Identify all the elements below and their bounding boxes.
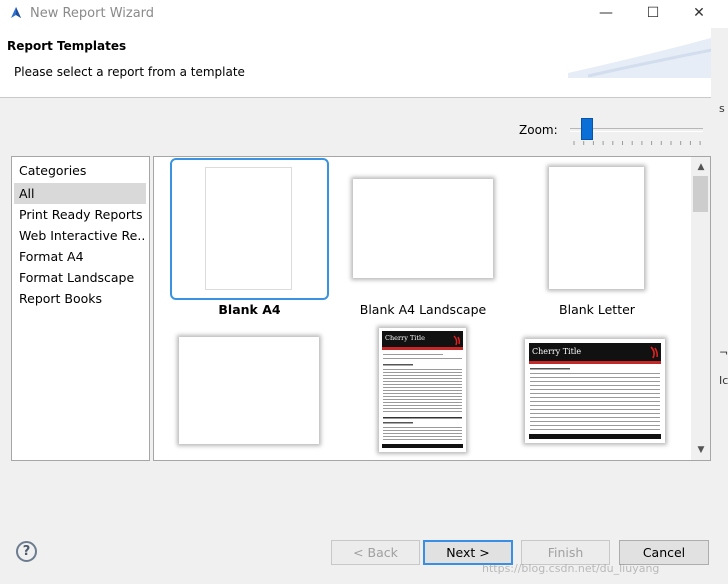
scroll-up-arrow-icon[interactable]: ▲ [696, 162, 706, 172]
help-icon[interactable]: ? [16, 541, 37, 562]
eclipse-app-icon [11, 7, 21, 18]
category-item-format-a4[interactable]: Format A4 [14, 246, 146, 267]
category-item-format-landscape[interactable]: Format Landscape [14, 267, 146, 288]
category-item-print-ready-reports[interactable]: Print Ready Reports [14, 204, 146, 225]
cherry-report-preview: Cherry Title [529, 343, 661, 439]
maximize-button[interactable]: ☐ [643, 4, 663, 22]
wizard-header: Report Templates Please select a report … [0, 28, 728, 98]
template-label: Blank Letter [559, 302, 635, 317]
template-gallery: Blank A4 Blank A4 Landscape Blank Letter… [153, 156, 711, 461]
template-cherry-portrait[interactable]: Cherry Title [379, 328, 466, 452]
categories-list: Categories All Print Ready Reports Web I… [11, 156, 150, 461]
zoom-slider-ticks [573, 141, 701, 145]
title-bar: New Report Wizard — ☐ ✕ [0, 0, 728, 28]
cherry-report-preview: Cherry Title [382, 331, 463, 448]
background-fragment: ¬ [719, 346, 728, 359]
close-button[interactable]: ✕ [689, 4, 709, 22]
template-blank-landscape[interactable] [179, 337, 319, 444]
zoom-label: Zoom: [519, 123, 558, 137]
zoom-slider-thumb[interactable] [580, 118, 593, 140]
page-title: Report Templates [7, 39, 127, 53]
template-label: Blank A4 Landscape [359, 302, 487, 317]
header-decoration [568, 33, 728, 78]
category-item-all[interactable]: All [14, 183, 146, 204]
template-cherry-landscape[interactable]: Cherry Title [525, 339, 665, 443]
categories-title: Categories [19, 163, 87, 178]
template-label: Blank A4 [218, 302, 281, 317]
window-title: New Report Wizard [30, 6, 155, 21]
watermark: https://blog.csdn.net/du_liuyang [482, 562, 660, 575]
template-thumbnail [205, 167, 292, 290]
background-window-edge: s ¬ Ic [711, 28, 728, 584]
template-blank-a4-landscape[interactable] [353, 179, 493, 278]
preview-title: Cherry Title [532, 347, 581, 356]
category-item-report-books[interactable]: Report Books [14, 288, 146, 309]
gallery-scrollbar[interactable]: ▲ ▼ [691, 157, 710, 460]
background-fragment: s [719, 102, 725, 115]
template-blank-letter[interactable] [549, 167, 644, 289]
back-button[interactable]: < Back [331, 540, 420, 565]
preview-title: Cherry Title [385, 334, 425, 342]
background-fragment: Ic [719, 374, 728, 387]
scroll-down-arrow-icon[interactable]: ▼ [696, 445, 706, 455]
scrollbar-thumb[interactable] [693, 176, 708, 212]
category-item-web-interactive-reports[interactable]: Web Interactive Re... [14, 225, 146, 246]
minimize-button[interactable]: — [596, 4, 616, 22]
page-description: Please select a report from a template [14, 65, 245, 79]
